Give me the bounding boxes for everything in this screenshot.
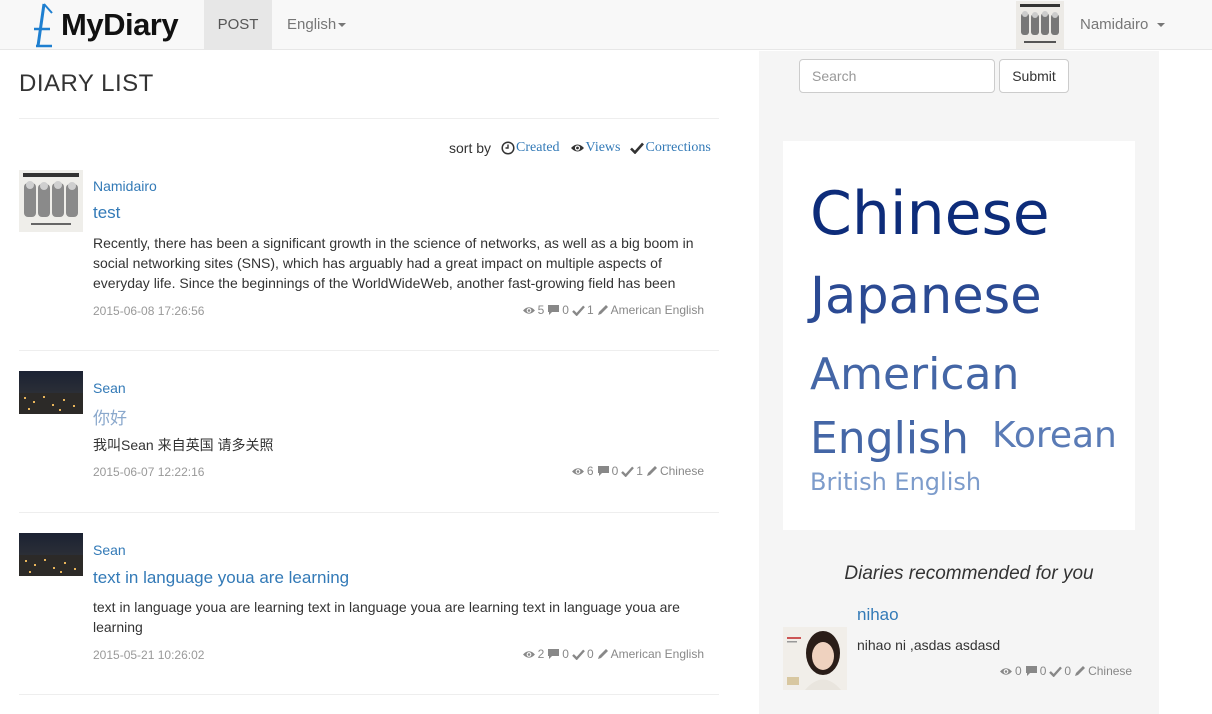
- check-icon: [572, 649, 585, 660]
- diary-logo-icon: [34, 3, 53, 48]
- user-avatar[interactable]: [1016, 1, 1064, 49]
- entry-language: American English: [610, 303, 704, 317]
- user-name: Namidairo: [1080, 16, 1149, 33]
- caret-down-icon: [338, 23, 347, 28]
- sort-views-label: Views: [585, 140, 621, 155]
- tag-korean[interactable]: Korean: [992, 415, 1117, 456]
- comment-count: 0: [611, 464, 619, 478]
- nav-post-link[interactable]: POST: [204, 0, 272, 50]
- user-menu[interactable]: Namidairo: [1080, 0, 1165, 50]
- check-icon: [572, 305, 585, 316]
- eye-icon: [522, 306, 535, 314]
- sort-corrections-label: Corrections: [645, 140, 711, 155]
- sort-corrections-link[interactable]: Corrections: [630, 140, 711, 156]
- sort-created-link[interactable]: Created: [501, 140, 560, 156]
- navbar: MyDiary POST English Namidairo: [0, 0, 1212, 50]
- divider: [19, 694, 719, 695]
- divider: [19, 512, 719, 513]
- entry-author[interactable]: Sean: [93, 542, 126, 558]
- sort-label: sort by: [449, 140, 492, 156]
- eye-icon: [1000, 667, 1012, 675]
- view-count: 0: [1015, 664, 1022, 678]
- recommended-heading: Diaries recommended for you: [844, 563, 1094, 584]
- comment-count: 0: [562, 303, 569, 317]
- correction-count: 0: [586, 647, 594, 661]
- comment-count: 0: [1039, 664, 1047, 678]
- brand-logo[interactable]: MyDiary: [30, 0, 179, 50]
- tag-japanese[interactable]: Japanese: [810, 267, 1042, 326]
- pencil-icon: [597, 649, 608, 659]
- entry-author[interactable]: Namidairo: [93, 178, 157, 194]
- caret-down-icon: [1156, 23, 1165, 28]
- comment-icon: [597, 466, 609, 476]
- entry-excerpt: Recently, there has been a significant g…: [93, 235, 694, 291]
- recommended-excerpt: nihao ni ,asdas asdasd: [857, 637, 1001, 653]
- entry-date: 2015-06-07 12:22:16: [93, 465, 205, 479]
- check-icon: [621, 466, 635, 477]
- entry-meta: 6 0 1 Chinese: [568, 464, 704, 478]
- correction-count: 1: [636, 464, 643, 478]
- entry-meta: 2 0 0 American English: [519, 647, 704, 661]
- entry-date: 2015-06-08 17:26:56: [93, 304, 205, 318]
- divider: [19, 118, 719, 119]
- tag-chinese[interactable]: Chinese: [810, 179, 1050, 249]
- tag-british-english[interactable]: British English: [810, 468, 981, 496]
- comment-count: 0: [562, 647, 569, 661]
- correction-count: 0: [1064, 664, 1072, 678]
- entry-meta: 5 0 1 American English: [519, 303, 704, 317]
- sort-views-link[interactable]: Views: [570, 140, 621, 156]
- clock-icon: [501, 141, 515, 155]
- language-label: English: [287, 16, 337, 33]
- divider: [19, 350, 719, 351]
- comment-icon: [548, 649, 560, 659]
- entry-excerpt: text in language youa are learning text …: [93, 599, 680, 635]
- pencil-icon: [646, 466, 657, 476]
- recommended-thumbnail[interactable]: [783, 627, 847, 690]
- language-tag-cloud: Chinese Japanese American English Korean…: [783, 141, 1135, 530]
- eye-icon: [522, 650, 535, 658]
- pencil-icon: [597, 305, 608, 315]
- tag-american-english[interactable]: American English: [810, 343, 1019, 471]
- sort-bar: sort by Created Views Corrections: [449, 140, 711, 156]
- entry-language: American English: [610, 647, 704, 661]
- search-input[interactable]: [799, 59, 995, 93]
- entry-thumbnail[interactable]: [19, 371, 83, 414]
- entry-thumbnail[interactable]: [19, 170, 83, 232]
- comment-icon: [548, 305, 560, 315]
- entry-thumbnail[interactable]: [19, 533, 83, 576]
- recommended-meta: 0 0 0 Chinese: [996, 664, 1132, 678]
- view-count: 2: [537, 647, 545, 661]
- recommended-language: Chinese: [1088, 664, 1133, 678]
- entry-excerpt: 我叫Sean 来自英国 请多关照: [93, 437, 274, 453]
- check-icon: [630, 142, 645, 154]
- search-submit-button[interactable]: Submit: [999, 59, 1069, 93]
- eye-icon: [570, 144, 584, 152]
- entry-date: 2015-05-21 10:26:02: [93, 648, 205, 662]
- diary-entry: Namidairo test Recently, there has been …: [19, 170, 709, 330]
- entry-title[interactable]: text in language youa are learning: [93, 568, 349, 588]
- check-icon: [1049, 666, 1063, 677]
- diary-entry: Sean text in language youa are learning …: [19, 533, 709, 673]
- entry-title[interactable]: test: [93, 203, 120, 223]
- pencil-icon: [1075, 666, 1086, 676]
- entry-language: Chinese: [659, 464, 704, 478]
- diary-entry: Sean 你好 我叫Sean 来自英国 请多关照 2015-06-07 12:2…: [19, 371, 709, 491]
- eye-icon: [571, 467, 584, 475]
- recommended-title[interactable]: nihao: [857, 605, 899, 625]
- correction-count: 1: [586, 303, 594, 317]
- language-dropdown[interactable]: English: [287, 0, 347, 50]
- view-count: 5: [537, 303, 545, 317]
- comment-icon: [1025, 666, 1037, 676]
- view-count: 6: [586, 464, 594, 478]
- brand-name: MyDiary: [61, 7, 179, 42]
- sort-created-label: Created: [516, 140, 560, 155]
- entry-author[interactable]: Sean: [93, 380, 126, 396]
- entry-title[interactable]: 你好: [93, 404, 127, 429]
- page-title: DIARY LIST: [19, 70, 154, 97]
